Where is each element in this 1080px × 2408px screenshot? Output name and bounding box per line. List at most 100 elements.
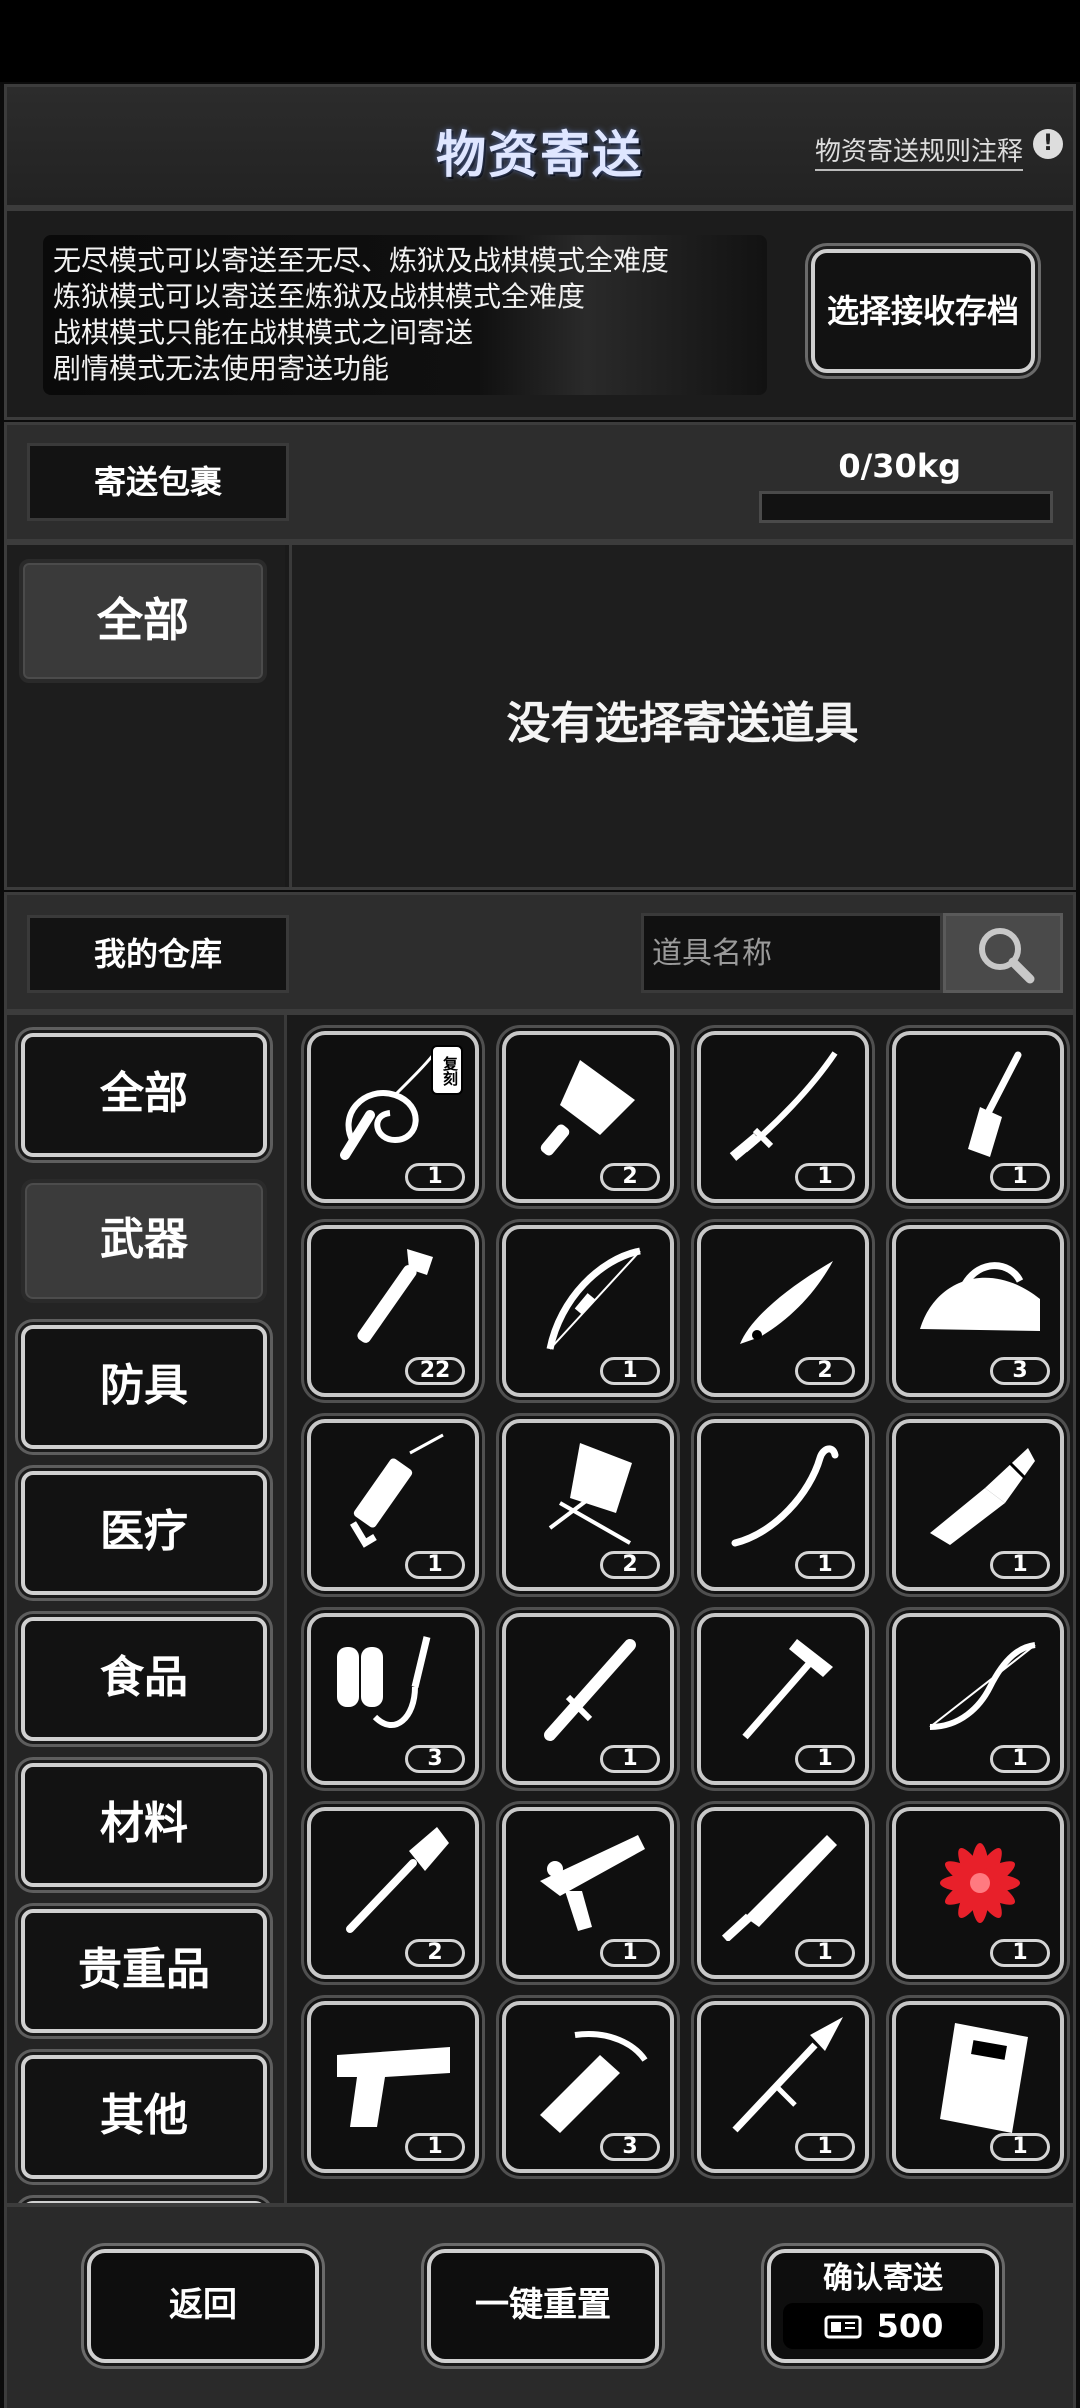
item-count: 1 [600, 1745, 660, 1773]
item-slot[interactable]: 1 [502, 1613, 674, 1785]
info-icon[interactable]: ! [1033, 129, 1063, 159]
item-count: 2 [405, 1939, 465, 1967]
notice-panel: 无尽模式可以寄送至无尽、炼狱及战棋模式全难度 炼狱模式可以寄送至炼狱及战棋模式全… [4, 208, 1076, 420]
confirm-send-button[interactable]: 确认寄送 500 [767, 2249, 999, 2363]
item-slot[interactable]: 1 [697, 2001, 869, 2173]
item-slot[interactable]: 1 [892, 1613, 1064, 1785]
notice-line: 剧情模式无法使用寄送功能 [53, 352, 390, 385]
item-count: 3 [405, 1745, 465, 1773]
category-food[interactable]: 食品 [21, 1617, 267, 1741]
item-slot[interactable]: 1 [892, 1031, 1064, 1203]
category-medical[interactable]: 医疗 [21, 1471, 267, 1595]
item-count: 1 [600, 1357, 660, 1385]
cost-value: 500 [876, 2307, 944, 2345]
warehouse-area: 全部 武器 防具 医疗 食品 材料 贵重品 其他 复刻 1 2 1 1 22 1 2 3 1 2 1 1… [4, 1012, 1076, 2206]
item-slot[interactable]: 1 [892, 2001, 1064, 2173]
item-slot[interactable]: 1 [697, 1419, 869, 1591]
category-materials[interactable]: 材料 [21, 1763, 267, 1887]
item-slot[interactable]: 1 [502, 1225, 674, 1397]
spatula-icon [968, 1051, 1022, 1157]
caulk-gun-icon [349, 1433, 444, 1548]
spear-icon [732, 2017, 843, 2133]
iron-icon [920, 1262, 1040, 1331]
search-input[interactable] [641, 913, 943, 993]
item-slot[interactable]: 3 [502, 2001, 674, 2173]
red-flower-icon [940, 1843, 1020, 1923]
crowbar-icon [731, 1445, 839, 1547]
item-slot[interactable]: 3 [307, 1613, 479, 1785]
parcel-contents: 没有选择寄送道具 [289, 545, 1073, 887]
search-button[interactable] [943, 913, 1063, 993]
select-save-button[interactable]: 选择接收存档 [811, 249, 1035, 373]
item-count: 1 [405, 1163, 465, 1191]
item-slot[interactable]: 1 [697, 1807, 869, 1979]
item-count: 22 [405, 1357, 465, 1385]
item-slot[interactable]: 1 [307, 1419, 479, 1591]
item-count: 1 [795, 1939, 855, 1967]
item-count: 1 [990, 1939, 1050, 1967]
item-slot[interactable]: 2 [502, 1031, 674, 1203]
confirm-label: 确认寄送 [823, 2261, 943, 2296]
pistol-icon [337, 2047, 450, 2127]
shovel-icon [346, 1827, 449, 1933]
weight-text: 0/30kg [838, 447, 961, 485]
item-count: 2 [795, 1357, 855, 1385]
parcel-area: 全部 没有选择寄送道具 [4, 542, 1076, 890]
reset-button[interactable]: 一键重置 [427, 2249, 659, 2363]
item-slot[interactable]: 1 [502, 1807, 674, 1979]
item-count: 1 [600, 1939, 660, 1967]
item-slot[interactable]: 1 [697, 1613, 869, 1785]
recurve-bow-icon [929, 1642, 1036, 1730]
nail-gun-icon [540, 1835, 645, 1931]
item-count: 1 [990, 1551, 1050, 1579]
item-slot[interactable]: 2 [307, 1807, 479, 1979]
warehouse-header: 我的仓库 [4, 892, 1076, 1012]
item-count: 2 [600, 1551, 660, 1579]
category-valuables[interactable]: 贵重品 [21, 1909, 267, 2033]
bow-icon [546, 1247, 641, 1350]
item-count: 3 [600, 2133, 660, 2161]
item-slot[interactable]: 22 [307, 1225, 479, 1397]
machete-icon [721, 1835, 837, 1941]
item-count: 1 [405, 1551, 465, 1579]
parcel-header: 寄送包裹 0/30kg [4, 422, 1076, 542]
status-bar [0, 0, 1080, 82]
riot-shield-icon [940, 2023, 1028, 2133]
weight-bar [759, 491, 1053, 523]
category-weapons[interactable]: 武器 [21, 1179, 267, 1303]
cost-pill: 500 [783, 2303, 983, 2349]
parcel-category-column: 全部 [7, 545, 285, 887]
category-all[interactable]: 全部 [21, 1033, 267, 1157]
item-slot[interactable]: 1 [892, 1807, 1064, 1979]
folding-chair-icon [548, 1443, 632, 1545]
item-slot[interactable]: 1 [307, 2001, 479, 2173]
item-slot[interactable]: 1 [697, 1031, 869, 1203]
item-count: 1 [990, 1163, 1050, 1191]
pipe-wrench-icon [357, 1249, 433, 1343]
flamethrower-icon [337, 1636, 431, 1728]
title-bar: 物资寄送 物资寄送规则注释 ! [4, 84, 1076, 208]
category-other[interactable]: 其他 [21, 2055, 267, 2179]
item-count: 1 [990, 1745, 1050, 1773]
baton-icon [544, 1639, 636, 1741]
reprint-tag: 复刻 [431, 1045, 463, 1095]
notice-line: 无尽模式可以寄送至无尽、炼狱及战棋模式全难度 [53, 244, 670, 277]
item-count: 1 [795, 1551, 855, 1579]
category-column: 全部 武器 防具 医疗 食品 材料 贵重品 其他 [7, 1015, 287, 2203]
back-button[interactable]: 返回 [87, 2249, 319, 2363]
rules-link[interactable]: 物资寄送规则注释 [814, 131, 1023, 171]
item-slot[interactable]: 3 [892, 1225, 1064, 1397]
folding-knife-icon [740, 1261, 833, 1344]
item-count: 1 [990, 2133, 1050, 2161]
warehouse-label: 我的仓库 [27, 915, 289, 993]
hammer-icon [742, 1639, 833, 1740]
footer-bar: 返回 一键重置 确认寄送 500 [4, 2204, 1076, 2408]
item-slot[interactable]: 2 [502, 1419, 674, 1591]
item-slot[interactable]: 1 [892, 1419, 1064, 1591]
item-slot[interactable]: 复刻 1 [307, 1031, 479, 1203]
parcel-tab-all[interactable]: 全部 [19, 559, 267, 683]
item-count: 1 [405, 2133, 465, 2161]
item-count: 3 [990, 1357, 1050, 1385]
category-armor[interactable]: 防具 [21, 1325, 267, 1449]
item-slot[interactable]: 2 [697, 1225, 869, 1397]
